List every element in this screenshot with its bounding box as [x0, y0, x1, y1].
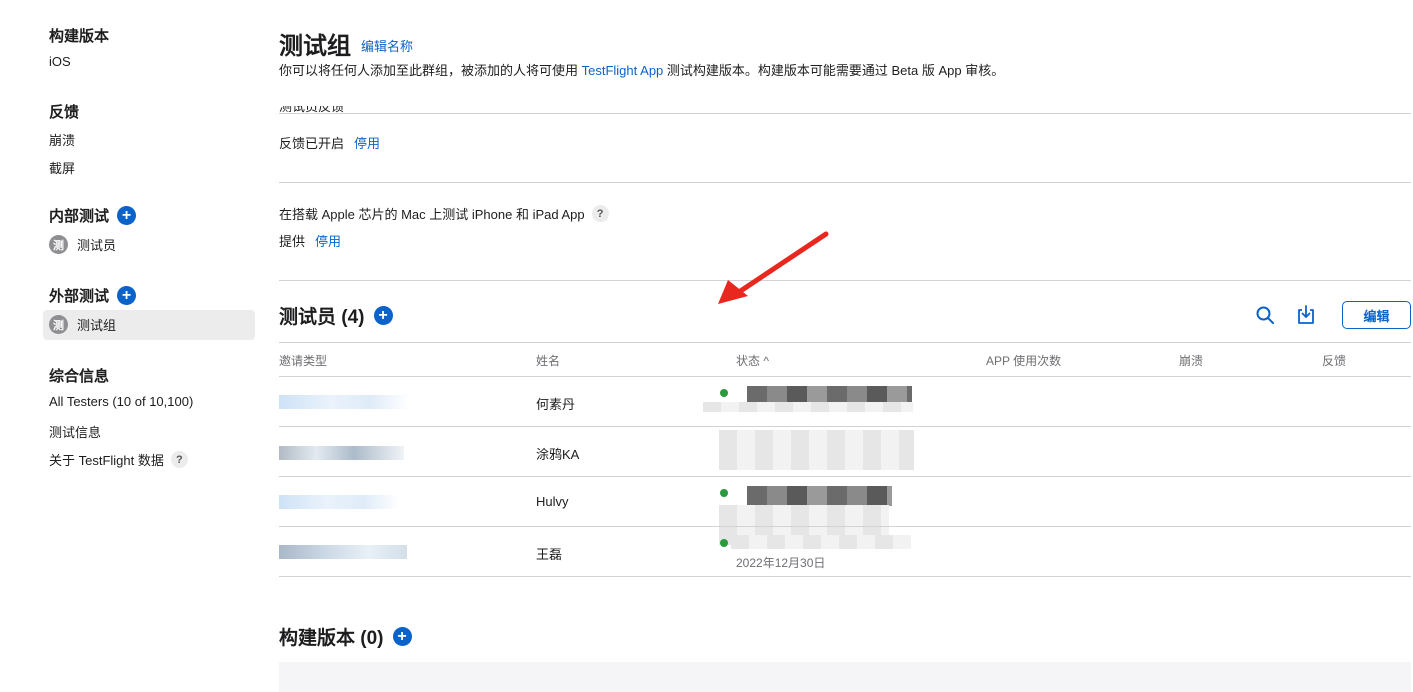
sidebar-section-external: 外部测试 + [49, 285, 137, 306]
status-date: 2022年12月30日 [736, 556, 826, 570]
sidebar-item-label: 截屏 [49, 161, 76, 176]
status-icon [720, 539, 728, 547]
page-description: 你可以将任何人添加至此群组，被添加的人将可使用 TestFlight App 测… [279, 63, 1005, 78]
sidebar-section-builds: 构建版本 [49, 25, 109, 46]
column-header-status[interactable]: 状态 ^ [736, 352, 769, 369]
redacted-status [747, 486, 892, 506]
redacted-email [279, 446, 404, 460]
tester-name: 涂鸦KA [536, 447, 580, 462]
mac-status: 提供 [279, 234, 306, 249]
sidebar-item-internal-testers[interactable]: 测 测试员 [49, 235, 116, 254]
sidebar-item-crashes[interactable]: 崩溃 [49, 130, 75, 149]
divider [279, 376, 1411, 377]
divider [279, 526, 1411, 527]
sidebar-section-feedback: 反馈 [49, 101, 79, 122]
status-icon [720, 489, 728, 497]
testers-section-title: 测试员 (4) + [279, 302, 393, 329]
sidebar-item-screenshots[interactable]: 截屏 [49, 158, 75, 177]
add-build-icon[interactable]: + [392, 627, 412, 646]
add-external-group-icon[interactable]: + [117, 286, 137, 305]
search-icon[interactable] [1253, 303, 1277, 327]
mac-setting-row: 提供 停用 [279, 231, 341, 250]
mac-setting-label: 在搭载 Apple 芯片的 Mac 上测试 iPhone 和 iPad App … [279, 204, 609, 223]
redacted-email [279, 395, 409, 409]
column-header-app-sessions[interactable]: APP 使用次数 [986, 352, 1061, 369]
sidebar-item-label: 测试员 [77, 238, 117, 253]
sidebar-section-general: 综合信息 [49, 365, 109, 386]
redacted-status [703, 402, 913, 412]
disable-feedback-link[interactable]: 停用 [354, 133, 380, 152]
section-title: 综合信息 [49, 368, 110, 385]
disable-mac-link[interactable]: 停用 [315, 231, 341, 250]
feedback-status: 反馈已开启 [279, 136, 345, 151]
avatar: 测 [49, 315, 68, 334]
sidebar-item-label: 崩溃 [49, 133, 76, 148]
builds-empty-panel [279, 662, 1411, 692]
sidebar-item-label: iOS [49, 54, 71, 69]
divider [279, 280, 1411, 281]
column-header-name[interactable]: 姓名 [536, 352, 560, 369]
add-internal-group-icon[interactable]: + [117, 206, 137, 225]
sidebar-section-internal: 内部测试 + [49, 205, 137, 226]
redacted-status [731, 535, 911, 549]
annotation-arrow-icon [718, 231, 829, 304]
builds-section-title: 构建版本 (0) + [279, 623, 412, 650]
sidebar-item-ios[interactable]: iOS [49, 54, 71, 69]
divider [279, 476, 1411, 477]
divider [279, 113, 1411, 114]
tester-name: 王磊 [536, 547, 563, 562]
tester-name: Hulvy [536, 494, 569, 509]
feedback-setting-row: 反馈已开启 停用 [279, 133, 380, 152]
testflight-app-link[interactable]: TestFlight App [582, 63, 664, 78]
sidebar: 构建版本 iOS 反馈 崩溃 截屏 内部测试 + 测 测试员 外部测试 + 测 … [0, 0, 270, 692]
avatar: 测 [49, 235, 68, 254]
section-title: 外部测试 [49, 288, 110, 305]
section-title: 反馈 [49, 104, 80, 121]
divider [279, 426, 1411, 427]
sidebar-item-test-info[interactable]: 测试信息 [49, 422, 101, 441]
sidebar-item-label: All Testers (10 of 10,100) [49, 394, 194, 409]
main-content: 测试组 编辑名称 你可以将任何人添加至此群组，被添加的人将可使用 TestFli… [279, 0, 1411, 692]
edit-testers-button[interactable]: 编辑 [1342, 301, 1411, 329]
sidebar-item-all-testers[interactable]: All Testers (10 of 10,100) [49, 394, 193, 409]
divider [279, 342, 1411, 343]
question-mark-icon[interactable]: ? [591, 205, 609, 222]
page-title: 测试组 [279, 33, 351, 60]
sidebar-item-label: 测试组 [77, 318, 117, 333]
download-icon[interactable] [1294, 303, 1318, 327]
section-title: 内部测试 [49, 208, 110, 225]
redacted-email [279, 545, 407, 559]
column-header-crashes[interactable]: 崩溃 [1179, 352, 1203, 369]
redacted-status [719, 430, 914, 470]
sidebar-item-label: 测试信息 [49, 425, 102, 440]
column-header-invite-type[interactable]: 邀请类型 [279, 352, 327, 369]
sidebar-item-about-data[interactable]: 关于 TestFlight 数据 ? [49, 450, 188, 469]
sidebar-item-label: 关于 TestFlight 数据 [49, 453, 164, 468]
column-header-feedback[interactable]: 反馈 [1322, 352, 1346, 369]
divider [279, 576, 1411, 577]
divider [279, 182, 1411, 183]
add-tester-icon[interactable]: + [373, 306, 393, 325]
redacted-email [279, 495, 399, 509]
question-mark-icon[interactable]: ? [170, 451, 188, 468]
sidebar-item-test-group[interactable]: 测 测试组 [49, 315, 116, 334]
edit-name-link[interactable]: 编辑名称 [361, 36, 413, 55]
tester-name: 何素丹 [536, 397, 576, 412]
section-title: 构建版本 [49, 28, 110, 45]
status-icon [720, 389, 728, 397]
